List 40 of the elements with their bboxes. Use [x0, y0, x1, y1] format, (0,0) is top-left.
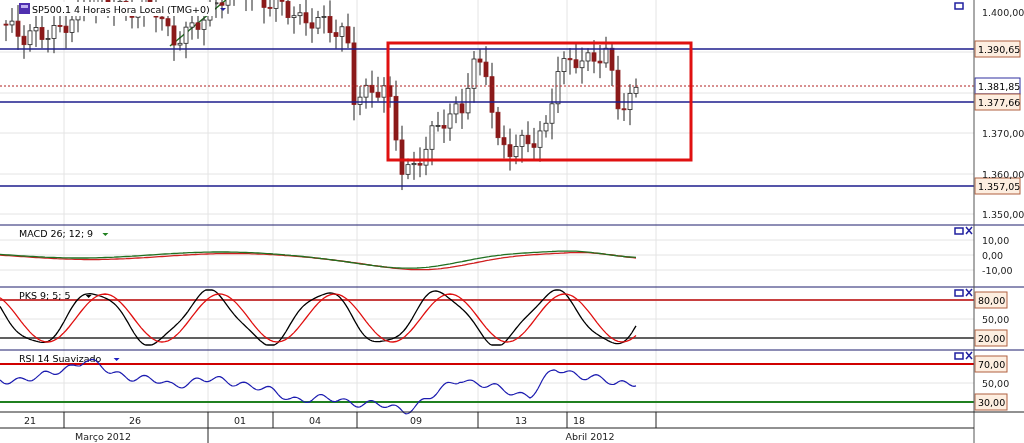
maximize-icon[interactable] [954, 352, 964, 360]
chart-legend[interactable]: SP500.1 4 Horas Hora Local (TMG+0) [31, 2, 215, 16]
axis-tick-label: -10,00 [982, 265, 1013, 276]
axis-tick-label: 0,00 [982, 250, 1004, 261]
level-tag: 20,00 [974, 329, 1008, 347]
maximize-icon[interactable] [954, 289, 964, 297]
level-tag: 80,00 [974, 291, 1008, 309]
date-label: 01 [233, 415, 247, 426]
legend-icon [19, 3, 30, 14]
maximize-icon[interactable] [954, 2, 964, 10]
price-level-line[interactable] [0, 85, 975, 87]
axis-tick-label: 1.370,00 [982, 128, 1024, 139]
maximize-icon[interactable] [954, 227, 964, 235]
axis-tick-label: 10,00 [982, 235, 1010, 246]
date-label: 09 [409, 415, 423, 426]
price-tag: 1.377,66 [974, 93, 1021, 111]
close-icon[interactable] [965, 288, 973, 297]
date-label: 21 [23, 415, 37, 426]
axis-tick-label: 50,00 [982, 314, 1010, 325]
month-label: Março 2012 [75, 431, 131, 442]
date-label: 26 [128, 415, 142, 426]
level-tag: 30,00 [974, 393, 1008, 411]
price-tag: 1.390,65 [974, 40, 1021, 58]
price-tag: 1.381,85 [974, 77, 1021, 95]
month-label: Abril 2012 [565, 431, 615, 442]
indicator-title[interactable]: PKS 9; 5; 5 [19, 290, 71, 301]
axis-tick-label: 1.360,00 [982, 169, 1024, 180]
level-tag: 70,00 [974, 355, 1008, 373]
axis-tick-label: 1.350,00 [982, 209, 1024, 220]
indicator-title[interactable]: RSI 14 Suavizado [19, 353, 102, 364]
close-icon[interactable] [965, 226, 973, 235]
axis-tick-label: 50,00 [982, 378, 1010, 389]
caret-icon[interactable] [220, 8, 226, 11]
close-icon[interactable] [965, 351, 973, 360]
caret-icon[interactable] [113, 358, 120, 361]
date-label: 13 [514, 415, 528, 426]
indicator-title[interactable]: MACD 26; 12; 9 [19, 228, 94, 239]
axis-tick-label: 1.400,00 [982, 7, 1024, 18]
date-label: 18 [572, 415, 586, 426]
date-label: 04 [308, 415, 322, 426]
